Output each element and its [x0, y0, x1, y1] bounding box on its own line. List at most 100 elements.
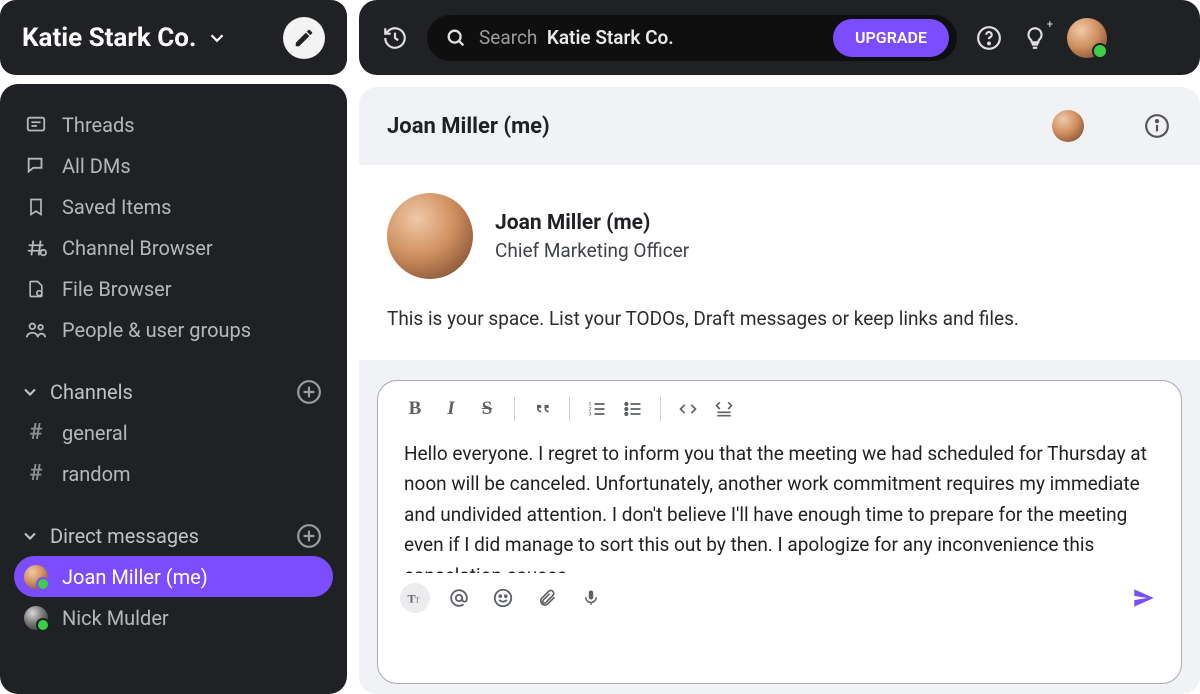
separator	[660, 397, 661, 421]
plus-circle-icon	[296, 379, 322, 405]
channel-item-random[interactable]: # random	[14, 453, 333, 494]
sidebar-item-file-browser[interactable]: File Browser	[14, 268, 333, 309]
lightbulb-icon	[1022, 25, 1048, 51]
topbar: Search Katie Stark Co. UPGRADE	[359, 0, 1200, 75]
history-button[interactable]	[381, 24, 409, 52]
info-button[interactable]	[1142, 111, 1172, 141]
pencil-icon	[293, 27, 315, 49]
bold-button[interactable]: B	[400, 395, 430, 423]
microphone-icon	[582, 589, 600, 607]
audio-button[interactable]	[576, 583, 606, 613]
sidebar-item-label: Channel Browser	[62, 236, 213, 260]
code-icon	[678, 399, 698, 419]
channel-label: random	[62, 462, 131, 486]
italic-button[interactable]: I	[436, 395, 466, 423]
dms-section-header[interactable]: Direct messages	[14, 516, 333, 556]
intro-name: Joan Miller (me)	[495, 211, 689, 235]
intro-description: This is your space. List your TODOs, Dra…	[387, 307, 1172, 330]
send-icon	[1131, 585, 1157, 611]
dms-section-label: Direct messages	[50, 524, 199, 548]
emoji-button[interactable]	[488, 583, 518, 613]
ordered-list-icon: 123	[587, 399, 607, 419]
formatting-toolbar: B I S 123	[378, 381, 1181, 433]
emoji-icon	[492, 587, 514, 609]
member-avatar[interactable]	[1052, 110, 1084, 142]
threads-icon	[24, 113, 48, 137]
plus-circle-icon	[296, 523, 322, 549]
channel-label: general	[62, 421, 128, 445]
workspace-switcher[interactable]: Katie Stark Co.	[0, 0, 347, 75]
code-block-icon	[714, 399, 734, 419]
sidebar-item-label: People & user groups	[62, 318, 251, 342]
history-icon	[382, 25, 408, 51]
message-composer: B I S 123 TT	[377, 380, 1182, 684]
code-button[interactable]	[673, 395, 703, 423]
sidebar-item-label: Saved Items	[62, 195, 171, 219]
search-placeholder: Search Katie Stark Co.	[479, 26, 674, 49]
message-input[interactable]	[378, 433, 1181, 573]
paperclip-icon	[537, 588, 557, 608]
text-format-icon: TT	[406, 589, 424, 607]
dm-label: Joan Miller (me)	[62, 565, 208, 589]
composer-actions: TT	[378, 573, 1181, 629]
bullet-list-button[interactable]	[618, 395, 648, 423]
avatar	[24, 565, 48, 589]
intro-role: Chief Marketing Officer	[495, 239, 689, 262]
quote-button[interactable]	[527, 395, 557, 423]
attach-button[interactable]	[532, 583, 562, 613]
search-icon	[445, 27, 467, 49]
channel-item-general[interactable]: # general	[14, 412, 333, 453]
chevron-down-icon	[20, 526, 40, 546]
workspace-name: Katie Stark Co.	[22, 23, 196, 53]
people-icon	[24, 318, 48, 342]
upgrade-button[interactable]: UPGRADE	[833, 19, 949, 57]
add-channel-button[interactable]	[295, 378, 323, 406]
separator	[569, 397, 570, 421]
avatar	[24, 606, 48, 630]
sidebar-item-channel-browser[interactable]: Channel Browser	[14, 227, 333, 268]
file-browser-icon	[24, 277, 48, 301]
ordered-list-button[interactable]: 123	[582, 395, 612, 423]
sidebar-item-saved[interactable]: Saved Items	[14, 186, 333, 227]
conversation-header: Joan Miller (me)	[359, 87, 1200, 165]
sidebar-item-people[interactable]: People & user groups	[14, 309, 333, 350]
sidebar-item-label: All DMs	[62, 154, 131, 178]
intro-avatar	[387, 193, 473, 279]
dm-item-nick[interactable]: Nick Mulder	[14, 597, 333, 638]
sidebar-item-label: File Browser	[62, 277, 172, 301]
current-user-avatar[interactable]	[1067, 18, 1107, 58]
hash-icon: #	[24, 461, 48, 486]
help-icon	[976, 25, 1002, 51]
mention-button[interactable]	[444, 583, 474, 613]
upgrade-label: UPGRADE	[855, 28, 927, 47]
main-content: Joan Miller (me) Joan Miller (me) Chief …	[359, 87, 1200, 694]
search-input[interactable]: Search Katie Stark Co. UPGRADE	[427, 15, 957, 61]
formatting-toggle-button[interactable]: TT	[400, 583, 430, 613]
channels-section-header[interactable]: Channels	[14, 372, 333, 412]
whats-new-button[interactable]	[1021, 24, 1049, 52]
sidebar-item-label: Threads	[62, 113, 135, 137]
hash-icon: #	[24, 420, 48, 445]
channels-section-label: Channels	[50, 380, 133, 404]
strike-button[interactable]: S	[472, 395, 502, 423]
add-dm-button[interactable]	[295, 522, 323, 550]
conversation-intro: Joan Miller (me) Chief Marketing Officer…	[359, 165, 1200, 360]
chevron-down-icon	[20, 382, 40, 402]
bookmark-icon	[24, 195, 48, 219]
sidebar-item-threads[interactable]: Threads	[14, 104, 333, 145]
send-button[interactable]	[1129, 583, 1159, 613]
channel-browser-icon	[24, 236, 48, 260]
dm-label: Nick Mulder	[62, 606, 169, 630]
compose-button[interactable]	[283, 17, 325, 59]
help-button[interactable]	[975, 24, 1003, 52]
dm-item-self[interactable]: Joan Miller (me)	[14, 556, 333, 597]
code-block-button[interactable]	[709, 395, 739, 423]
chevron-down-icon	[206, 27, 228, 49]
sidebar: Threads All DMs Saved Items Channel Brow…	[0, 84, 347, 694]
quote-icon	[532, 399, 552, 419]
dms-icon	[24, 154, 48, 178]
info-icon	[1144, 113, 1170, 139]
svg-text:3: 3	[589, 413, 592, 418]
sidebar-item-all-dms[interactable]: All DMs	[14, 145, 333, 186]
conversation-title: Joan Miller (me)	[387, 114, 1036, 139]
